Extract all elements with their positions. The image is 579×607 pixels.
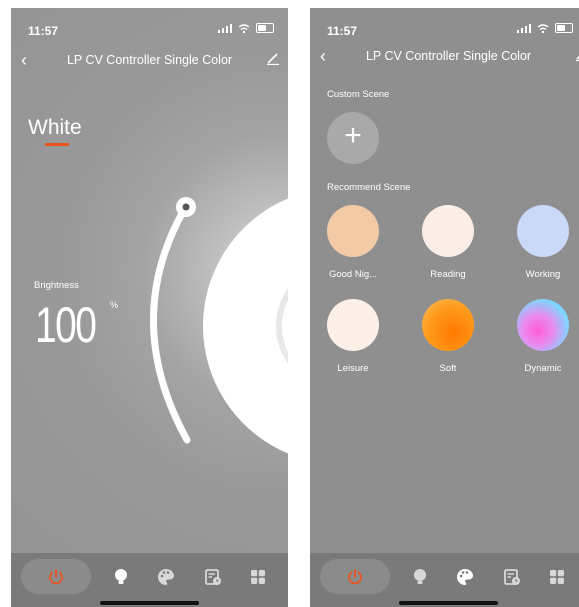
- mode-label[interactable]: White: [28, 116, 82, 140]
- page-title: LP CV Controller Single Color: [365, 49, 532, 63]
- wifi-icon: [537, 23, 549, 33]
- scene-name: Reading: [430, 269, 466, 280]
- scene-name: Working: [525, 269, 561, 280]
- status-time: 11:57: [28, 24, 59, 38]
- scene-swatch: [422, 205, 474, 257]
- add-scene-button[interactable]: +: [327, 112, 379, 164]
- mode-underline: [45, 143, 69, 146]
- phone-left-screen: 11:57 ‹ LP CV Controller Single Color Wh…: [11, 8, 288, 607]
- nav-bar: ‹ LP CV Controller Single Color: [310, 42, 579, 72]
- scene-reading[interactable]: Reading: [408, 205, 488, 280]
- palette-icon[interactable]: [455, 567, 475, 587]
- grid-icon[interactable]: [248, 567, 268, 587]
- schedule-icon[interactable]: [502, 567, 522, 587]
- wifi-icon: [238, 23, 250, 33]
- signal-icon: [217, 23, 232, 33]
- scene-name: Soft: [439, 363, 457, 374]
- scene-soft[interactable]: Soft: [408, 299, 488, 374]
- scene-name: Dynamic: [524, 363, 562, 374]
- power-icon: [348, 569, 362, 585]
- schedule-icon[interactable]: [203, 567, 223, 587]
- status-time: 11:57: [327, 24, 358, 38]
- battery-icon: [555, 23, 573, 33]
- power-icon: [49, 569, 63, 585]
- scene-swatch: [327, 205, 379, 257]
- bulb-icon[interactable]: [111, 567, 131, 587]
- edit-icon[interactable]: [266, 51, 280, 65]
- nav-bar: ‹ LP CV Controller Single Color: [11, 46, 288, 76]
- scene-dynamic[interactable]: Dynamic: [503, 299, 579, 374]
- brightness-unit: %: [110, 300, 119, 310]
- brightness-arc: [150, 204, 191, 444]
- status-icons: [516, 23, 573, 33]
- plus-icon: +: [344, 119, 362, 152]
- grid-icon[interactable]: [547, 567, 567, 587]
- tab-bar: [11, 553, 288, 607]
- scene-leisure[interactable]: Leisure: [313, 299, 393, 374]
- scene-swatch: [517, 299, 569, 351]
- scene-swatch: [327, 299, 379, 351]
- scene-swatch: [517, 205, 569, 257]
- scene-swatch: [422, 299, 474, 351]
- recommend-scene-label: Recommend Scene: [327, 182, 411, 193]
- custom-scene-label: Custom Scene: [327, 89, 390, 100]
- power-button[interactable]: [21, 559, 91, 594]
- page-title: LP CV Controller Single Color: [66, 53, 233, 67]
- power-button[interactable]: [320, 559, 390, 594]
- battery-icon: [256, 23, 274, 33]
- status-icons: [217, 23, 274, 33]
- signal-icon: [516, 23, 531, 33]
- scene-name: Good Nig...: [328, 269, 378, 280]
- scene-name: Leisure: [337, 363, 369, 374]
- scene-working[interactable]: Working: [503, 205, 579, 280]
- brightness-value: 100: [35, 297, 97, 353]
- edit-icon[interactable]: [575, 47, 579, 61]
- brightness-label: Brightness: [34, 280, 79, 291]
- status-bar: 11:57: [11, 8, 288, 48]
- phone-right-screen: 11:57 ‹ LP CV Controller Single Color Cu…: [310, 8, 579, 607]
- home-indicator: [399, 601, 498, 605]
- tab-bar: [310, 553, 579, 607]
- bulb-icon[interactable]: [410, 567, 430, 587]
- color-wheel-disc: [203, 198, 288, 454]
- scene-good-night[interactable]: Good Nig...: [313, 205, 393, 280]
- home-indicator: [100, 601, 199, 605]
- palette-icon[interactable]: [156, 567, 176, 587]
